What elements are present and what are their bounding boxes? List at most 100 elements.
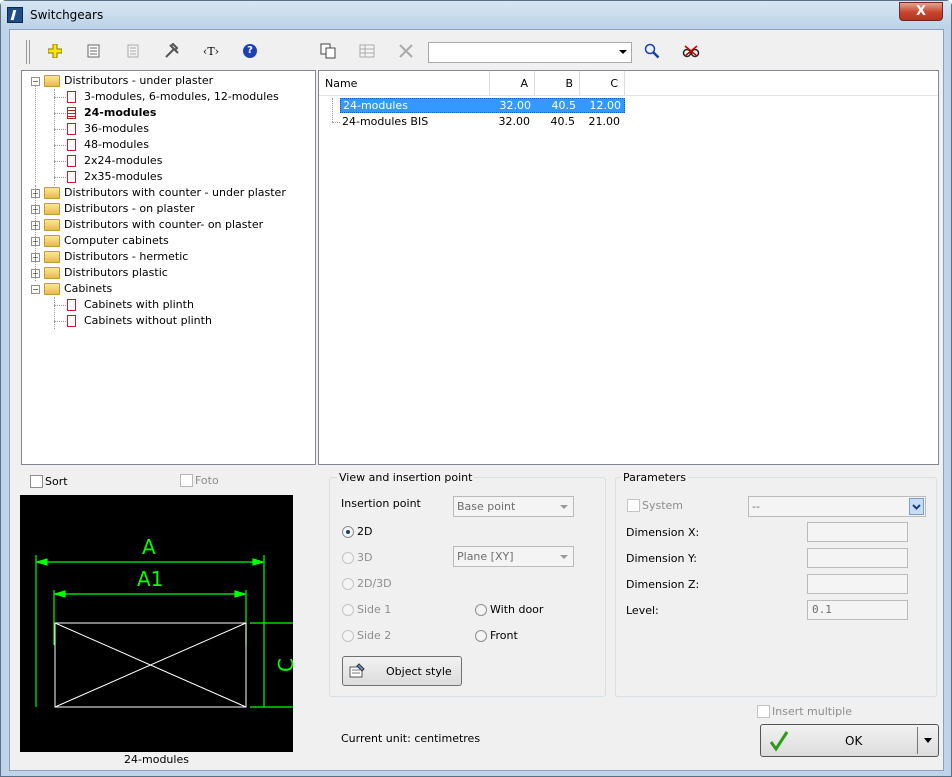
tree-line [54,89,55,185]
tree-folder[interactable]: + Distributors plastic [22,265,312,281]
tree-folder[interactable]: + Distributors with counter - under plast… [22,185,312,201]
row-a: 32.00 [499,99,532,112]
parameters-group-title: Parameters [621,471,688,484]
add-icon[interactable] [44,40,66,62]
folder-icon [44,235,60,247]
tree-label: 36-modules [84,122,149,135]
foto-checkbox[interactable] [180,474,193,487]
search-combo[interactable] [428,42,632,63]
insert-multiple-checkbox[interactable] [757,705,770,718]
find-icon[interactable] [680,40,702,62]
document-icon [67,155,76,167]
radio-side1-label: Side 1 [357,603,392,616]
radio-front[interactable] [475,630,487,642]
folder-icon [44,283,60,295]
ok-button[interactable]: OK [760,724,939,757]
table-icon[interactable] [356,40,378,62]
radio-2d[interactable] [342,526,354,538]
object-style-icon [349,663,365,678]
list-icon[interactable] [122,40,144,62]
tree-folder[interactable]: + Distributors with counter- on plaster [22,217,312,233]
tree-folder[interactable]: − Cabinets [22,281,312,297]
dimension-y-field[interactable] [807,548,908,568]
column-header-a[interactable]: A [490,71,535,95]
dimension-z-field[interactable] [807,574,908,594]
tree-label: Distributors plastic [64,266,168,279]
tree-item[interactable]: Cabinets with plinth [22,297,312,313]
chevron-down-icon[interactable] [924,738,932,743]
tree-folder[interactable]: − Distributors - under plaster [22,73,312,89]
tree-item[interactable]: 3-modules, 6-modules, 12-modules [22,89,312,105]
folder-icon [44,219,60,231]
collapse-icon[interactable]: − [31,285,40,294]
radio-side1[interactable] [342,604,354,616]
dim-c-label: C [273,658,298,672]
tree-label: Computer cabinets [64,234,169,247]
chevron-down-icon [560,505,568,509]
system-select[interactable]: -- [748,496,926,517]
help-icon[interactable]: ? [239,40,261,62]
insertion-point-select[interactable]: Base point [453,496,574,517]
copy-icon[interactable] [317,40,339,62]
tree-label: 2x35-modules [84,170,163,183]
list-row[interactable]: 24-modules 32.00 40.5 12.00 [340,98,625,113]
chevron-down-icon [560,555,568,559]
close-button[interactable]: X [899,2,943,21]
radio-side2-label: Side 2 [357,629,392,642]
system-checkbox[interactable] [627,499,640,512]
document-icon [67,91,76,103]
tree-line [54,129,66,130]
chevron-down-icon [909,498,924,515]
tree-line [54,113,66,114]
list-row[interactable]: 24-modules BIS 32.00 40.5 21.00 [340,114,625,130]
radio-3d[interactable] [342,552,354,564]
radio-2d3d[interactable] [342,578,354,590]
ok-split-divider [917,727,918,754]
tree-label: 48-modules [84,138,149,151]
plane-select[interactable]: Plane [XY] [453,546,574,567]
tree-item[interactable]: 2x24-modules [22,153,312,169]
toolbar-grip[interactable] [26,40,30,64]
category-tree[interactable]: − Distributors - under plaster 3-modules, … [21,70,316,465]
radio-side2[interactable] [342,630,354,642]
item-list[interactable]: Name A B C 24-modules 32.00 40.5 12.00 2… [318,70,939,465]
chevron-down-icon[interactable] [619,50,627,54]
level-field[interactable]: 0.1 [807,600,908,620]
column-header-name[interactable]: Name [319,71,490,95]
tools-icon[interactable] [161,40,183,62]
tree-line [54,97,66,98]
tree-item[interactable]: 36-modules [22,121,312,137]
column-header-b[interactable]: B [535,71,580,95]
row-a: 32.00 [498,115,531,128]
help-glyph: ? [243,44,257,58]
tree-line [54,177,66,178]
delete-icon[interactable] [395,40,417,62]
document-icon [67,171,76,183]
tree-item[interactable]: 2x35-modules [22,169,312,185]
column-header-c[interactable]: C [580,71,625,95]
tree-line [54,145,66,146]
tree-item[interactable]: Cabinets without plinth [22,313,312,329]
tree-line [35,185,36,281]
object-style-button[interactable]: Object style [342,656,462,686]
tree-label: 24-modules [84,106,157,119]
search-icon[interactable] [641,40,663,62]
tree-item[interactable]: 24-modules [22,105,312,121]
sort-checkbox[interactable] [30,475,43,488]
dimension-x-field[interactable] [807,522,908,542]
window-title: Switchgears [30,8,104,22]
tree-folder[interactable]: + Distributors - on plaster [22,201,312,217]
tree-folder[interactable]: + Distributors - hermetic [22,249,312,265]
document-icon [67,139,76,151]
tree-label: Cabinets without plinth [84,314,212,327]
folder-icon [44,203,60,215]
text-icon[interactable]: ‹T› [200,40,222,62]
preview-caption: 24-modules [124,753,189,766]
tree-folder[interactable]: + Computer cabinets [22,233,312,249]
tree-item[interactable]: 48-modules [22,137,312,153]
document-icon [67,315,76,327]
radio-with-door[interactable] [475,604,487,616]
properties-icon[interactable] [83,40,105,62]
dialog-window: Switchgears X ‹T› ? − Distributors - und… [0,0,952,777]
view-group-title: View and insertion point [337,471,475,484]
